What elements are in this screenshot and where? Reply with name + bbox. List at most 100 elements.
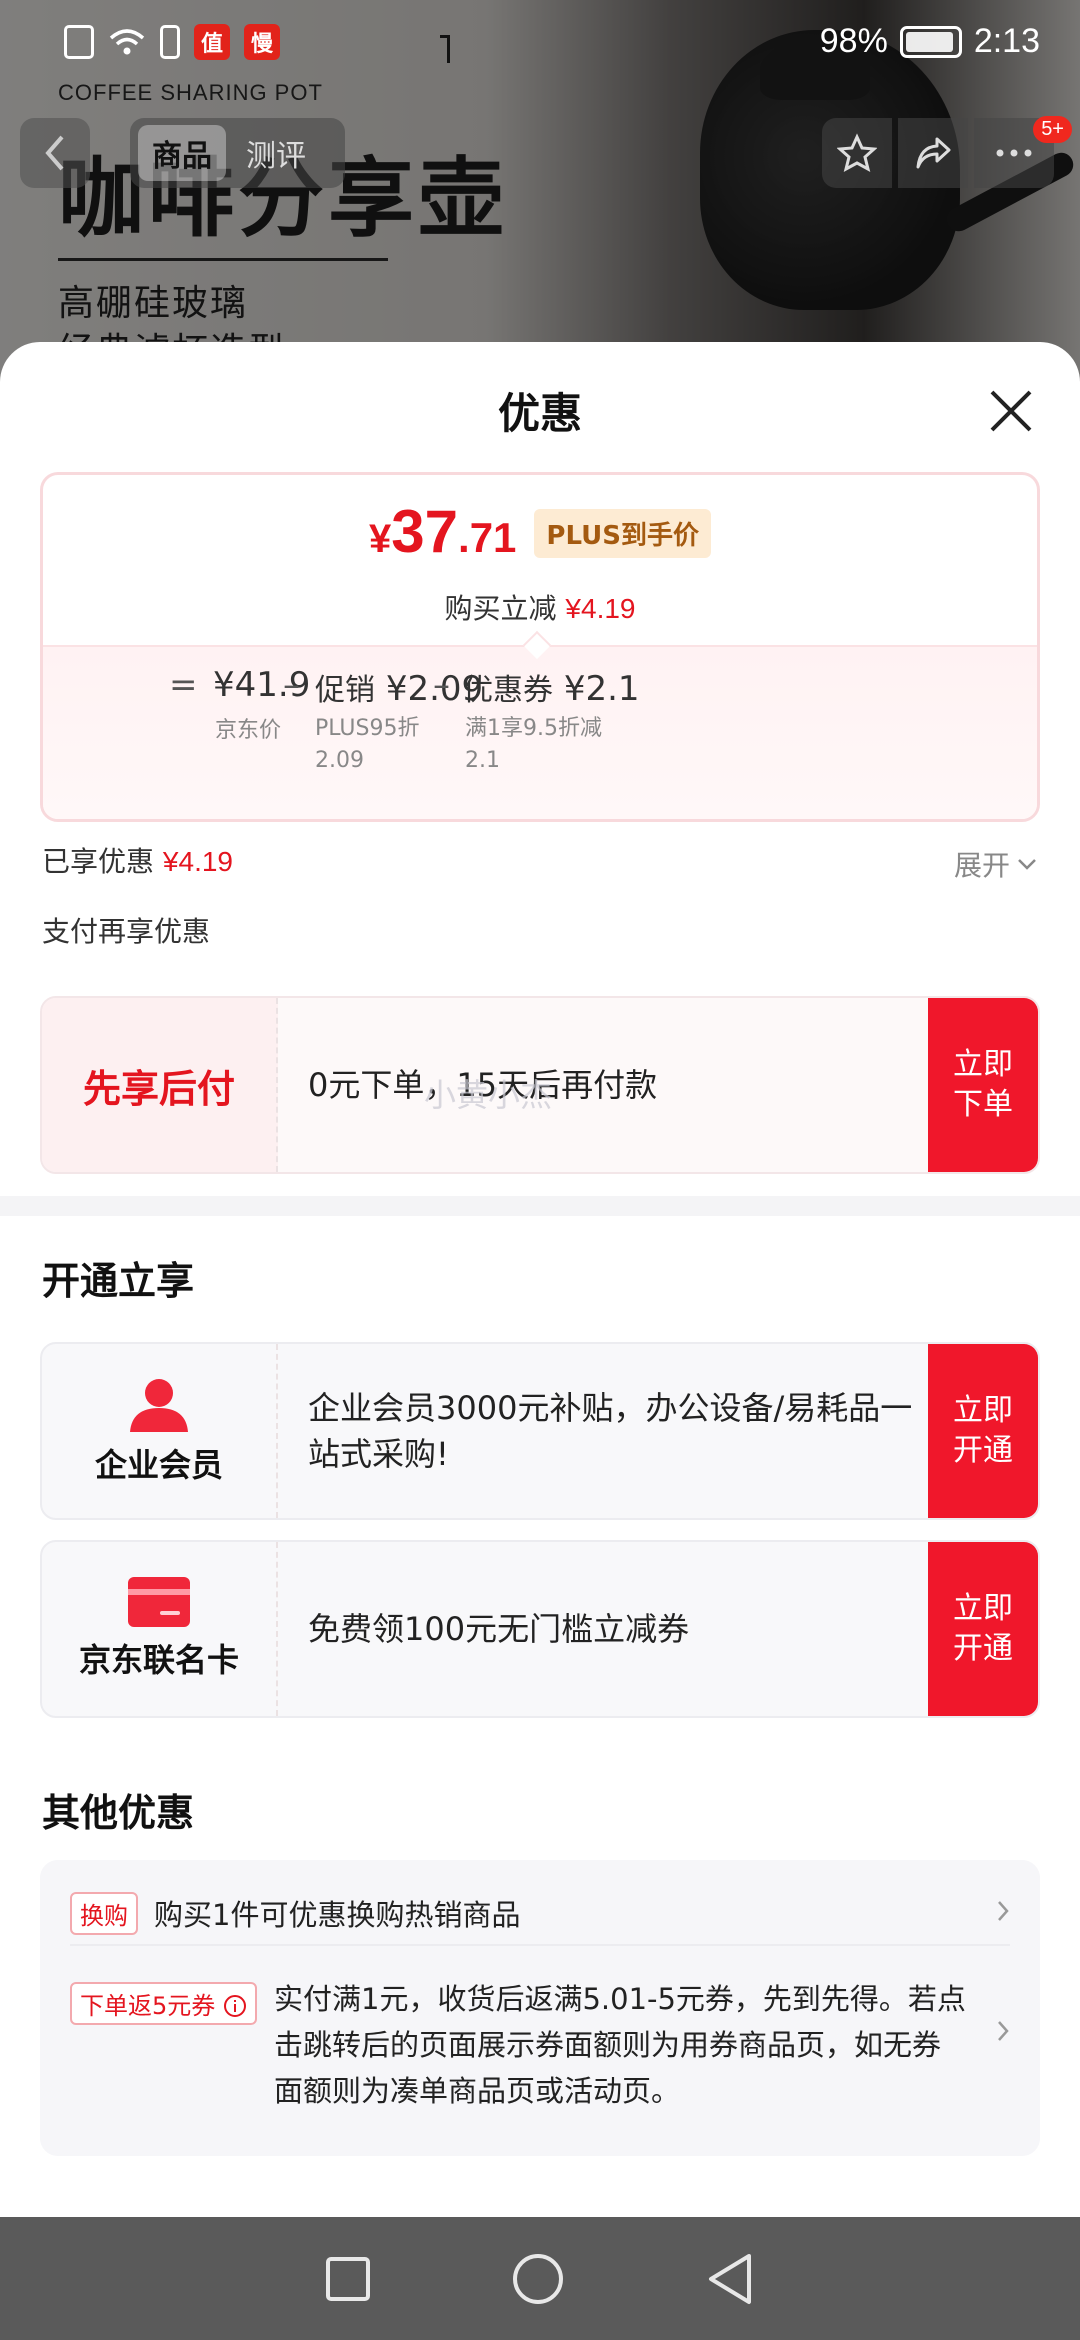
product-tabs: 商品 测评 — [130, 118, 345, 188]
reduction-label: 购买立减 — [444, 592, 557, 625]
enterprise-member-card[interactable]: 企业会员 企业会员3000元补贴，办公设备/易耗品一站式采购! 立即 开通 — [40, 1342, 1040, 1520]
other-section-title: 其他优惠 — [42, 1791, 195, 1835]
share-button[interactable] — [898, 118, 968, 188]
coupon-detail: 满1享9.5折减 2.1 — [465, 713, 602, 777]
recents-button-icon[interactable] — [325, 2256, 371, 2302]
enterprise-title: 企业会员 — [94, 1446, 223, 1484]
enjoyed-label: 已享优惠 — [42, 845, 155, 878]
coupon-amount: ¥2.1 — [563, 669, 640, 709]
sheet-title: 优惠 — [497, 389, 582, 438]
coupon-detail-line2: 2.1 — [465, 748, 500, 773]
btn-line-1: 立即 — [953, 1393, 1013, 1428]
trade-in-text: 购买1件可优惠换购热销商品 — [154, 1898, 521, 1932]
reduction-value: ¥4.19 — [565, 593, 636, 624]
back-button[interactable] — [20, 118, 90, 188]
jd-cobrand-card[interactable]: 京东联名卡 免费领100元无门槛立减券 立即 开通 — [40, 1540, 1040, 1718]
chevron-right-icon — [996, 1896, 1010, 1931]
expand-label: 展开 — [953, 849, 1010, 882]
battery-icon — [899, 25, 962, 58]
pay-again-label: 支付再享优惠 — [42, 915, 211, 948]
promo-detail-line2: 2.09 — [315, 748, 364, 773]
equals-sign: = — [169, 665, 198, 705]
enterprise-left: 企业会员 — [42, 1344, 278, 1518]
pay-later-title: 先享后付 — [82, 1066, 235, 1111]
chevron-left-icon — [45, 135, 64, 171]
pay-later-text: 0元下单，15天后再付款 — [308, 1066, 658, 1104]
return-coupon-tag-wrap: 下单返5元券 — [70, 1982, 257, 2025]
chevron-down-icon — [1018, 859, 1036, 870]
star-icon — [837, 133, 877, 172]
credit-card-icon — [128, 1577, 190, 1627]
chevron-right-icon — [996, 2016, 1010, 2051]
return-coupon-tag-text: 下单返5元券 — [80, 1992, 216, 2020]
promo-label: 促销 — [315, 673, 375, 708]
enterprise-open-button[interactable]: 立即 开通 — [928, 1344, 1038, 1518]
tab-review[interactable]: 测评 — [232, 125, 320, 181]
final-price-row: ¥ 37 .71 PLUS到手价 — [43, 497, 1037, 566]
jd-card-title: 京东联名卡 — [78, 1641, 239, 1679]
info-icon[interactable] — [223, 1994, 247, 2018]
trade-in-offer[interactable]: 换购 购买1件可优惠换购热销商品 — [70, 1882, 1010, 1946]
share-icon — [916, 137, 951, 169]
jd-price-label: 京东价 — [215, 718, 282, 743]
person-icon — [130, 1379, 188, 1432]
btn-line-1: 立即 — [953, 1591, 1013, 1626]
status-bar: 值 慢 98% 2:13 — [0, 0, 1080, 90]
section-divider — [0, 1196, 1080, 1216]
coupon-detail-line1: 满1享9.5折减 — [465, 716, 602, 741]
app-notification-icon: 慢 — [244, 24, 280, 60]
promo-detail: PLUS95折 2.09 — [315, 713, 420, 777]
price-breakdown-card: ¥ 37 .71 PLUS到手价 购买立减 ¥4.19 = ¥41.9 京东价 — [40, 472, 1040, 822]
jd-card-text: 免费领100元无门槛立减券 — [308, 1610, 690, 1648]
return-coupon-text: 实付满1元，收货后返满5.01-5元券，先到先得。若点击跳转后的页面展示券面额则… — [274, 1982, 966, 2108]
enjoyed-value: ¥4.19 — [162, 846, 233, 877]
product-actions — [822, 118, 1054, 188]
jd-card-open-button[interactable]: 立即 开通 — [928, 1542, 1038, 1716]
btn-line-2: 下单 — [953, 1087, 1013, 1122]
minus-sign-2: – — [433, 665, 450, 705]
plus-price-badge: PLUS到手价 — [534, 509, 711, 558]
tab-product[interactable]: 商品 — [138, 125, 226, 181]
back-nav-icon[interactable] — [705, 2252, 755, 2306]
system-navigation-bar — [0, 2217, 1080, 2340]
pay-later-order-button[interactable]: 立即 下单 — [928, 998, 1038, 1172]
watermark: 小黄小杰 — [424, 1076, 553, 1114]
minus-sign-1: – — [283, 665, 300, 705]
sim-icon — [64, 25, 94, 59]
alert-icon — [160, 25, 180, 59]
promo-value: 促销 ¥2.09 — [315, 665, 483, 709]
home-button-icon[interactable] — [511, 2252, 565, 2306]
price-summary: ¥ 37 .71 PLUS到手价 购买立减 ¥4.19 — [43, 475, 1037, 645]
return-coupon-tag: 下单返5元券 — [70, 1982, 257, 2025]
app-notification-icon: 值 — [194, 24, 230, 60]
other-offers-list: 换购 购买1件可优惠换购热销商品 下单返5元券 实付满1元，收货后返满5.01-… — [40, 1860, 1040, 2156]
enterprise-text: 企业会员3000元补贴，办公设备/易耗品一站式采购! — [308, 1389, 913, 1473]
close-button[interactable] — [982, 382, 1040, 440]
btn-line-2: 开通 — [953, 1433, 1013, 1468]
coupon-label: 优惠券 — [463, 673, 553, 708]
final-price: ¥ 37 .71 — [369, 497, 516, 566]
trade-in-tag: 换购 — [70, 1891, 138, 1935]
coupon-value: 优惠券 ¥2.1 — [463, 665, 640, 709]
jd-card-left: 京东联名卡 — [42, 1542, 278, 1716]
price-integer: 37 — [391, 498, 459, 565]
price-decimal: .71 — [458, 514, 517, 561]
favorite-button[interactable] — [822, 118, 892, 188]
promo-detail-line1: PLUS95折 — [315, 716, 420, 741]
btn-line-1: 立即 — [953, 1047, 1013, 1082]
clock: 2:13 — [973, 22, 1040, 60]
close-icon — [990, 390, 1032, 432]
open-section-title: 开通立享 — [42, 1259, 195, 1303]
pay-later-left: 先享后付 — [42, 998, 278, 1172]
currency-symbol: ¥ — [369, 517, 392, 561]
message-badge: 5+ — [1033, 116, 1072, 143]
battery-percent: 98% — [819, 22, 888, 60]
expand-button[interactable]: 展开 — [954, 844, 1038, 884]
btn-line-2: 开通 — [953, 1631, 1013, 1666]
enjoyed-discount: 已享优惠 ¥4.19 — [42, 840, 233, 880]
wifi-icon — [109, 29, 145, 55]
instant-reduction: 购买立减 ¥4.19 — [43, 587, 1037, 627]
more-icon — [996, 149, 1032, 157]
status-icons: 值 慢 — [64, 24, 280, 60]
status-right: 98% 2:13 — [820, 22, 1040, 61]
